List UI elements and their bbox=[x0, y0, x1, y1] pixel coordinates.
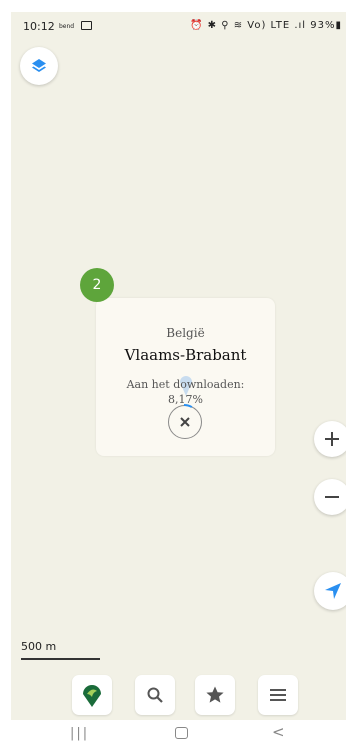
scale-label: 500 m bbox=[21, 640, 57, 653]
locate-button[interactable] bbox=[314, 572, 346, 610]
download-status: Aan het downloaden: bbox=[126, 378, 245, 391]
search-button[interactable] bbox=[135, 675, 175, 715]
layers-button[interactable] bbox=[20, 47, 58, 85]
gallery-icon bbox=[81, 21, 92, 30]
home-button[interactable] bbox=[175, 727, 188, 739]
status-icons: ⏰ ✱ ⚲ ≋ Vo) LTE .ıl 93%▮ bbox=[190, 20, 342, 31]
menu-icon bbox=[270, 689, 286, 701]
recent-apps-button[interactable]: ||| bbox=[70, 726, 89, 741]
minus-icon bbox=[325, 496, 339, 498]
status-time: 10:12 bbox=[23, 20, 55, 33]
status-bar: 10:12 bend ⏰ ✱ ⚲ ≋ Vo) LTE .ıl 93%▮ bbox=[11, 12, 346, 38]
layers-icon bbox=[32, 59, 46, 72]
card-region: Vlaams-Brabant bbox=[124, 346, 247, 364]
search-icon bbox=[147, 687, 163, 703]
star-icon bbox=[206, 686, 224, 703]
download-count-badge: 2 bbox=[80, 268, 114, 302]
menu-button[interactable] bbox=[258, 675, 298, 715]
favorites-button[interactable] bbox=[195, 675, 235, 715]
navigation-arrow-icon bbox=[325, 583, 341, 599]
status-tag: bend bbox=[59, 23, 75, 30]
zoom-in-button[interactable] bbox=[314, 421, 346, 457]
zoom-out-button[interactable] bbox=[314, 479, 346, 515]
map-screen[interactable]: 10:12 bend ⏰ ✱ ⚲ ≋ Vo) LTE .ıl 93%▮ Belg… bbox=[11, 12, 346, 720]
app-logo-icon bbox=[83, 684, 101, 707]
card-country: België bbox=[166, 326, 205, 340]
back-button[interactable]: < bbox=[272, 723, 285, 741]
system-nav-bar: ||| < bbox=[0, 720, 346, 745]
progress-arc bbox=[167, 404, 201, 438]
download-card: België Vlaams-Brabant Aan het downloaden… bbox=[96, 298, 275, 456]
plus-icon bbox=[325, 432, 339, 446]
scale-bar bbox=[21, 658, 100, 660]
app-logo-button[interactable] bbox=[72, 675, 112, 715]
cancel-download-button[interactable] bbox=[167, 404, 202, 439]
